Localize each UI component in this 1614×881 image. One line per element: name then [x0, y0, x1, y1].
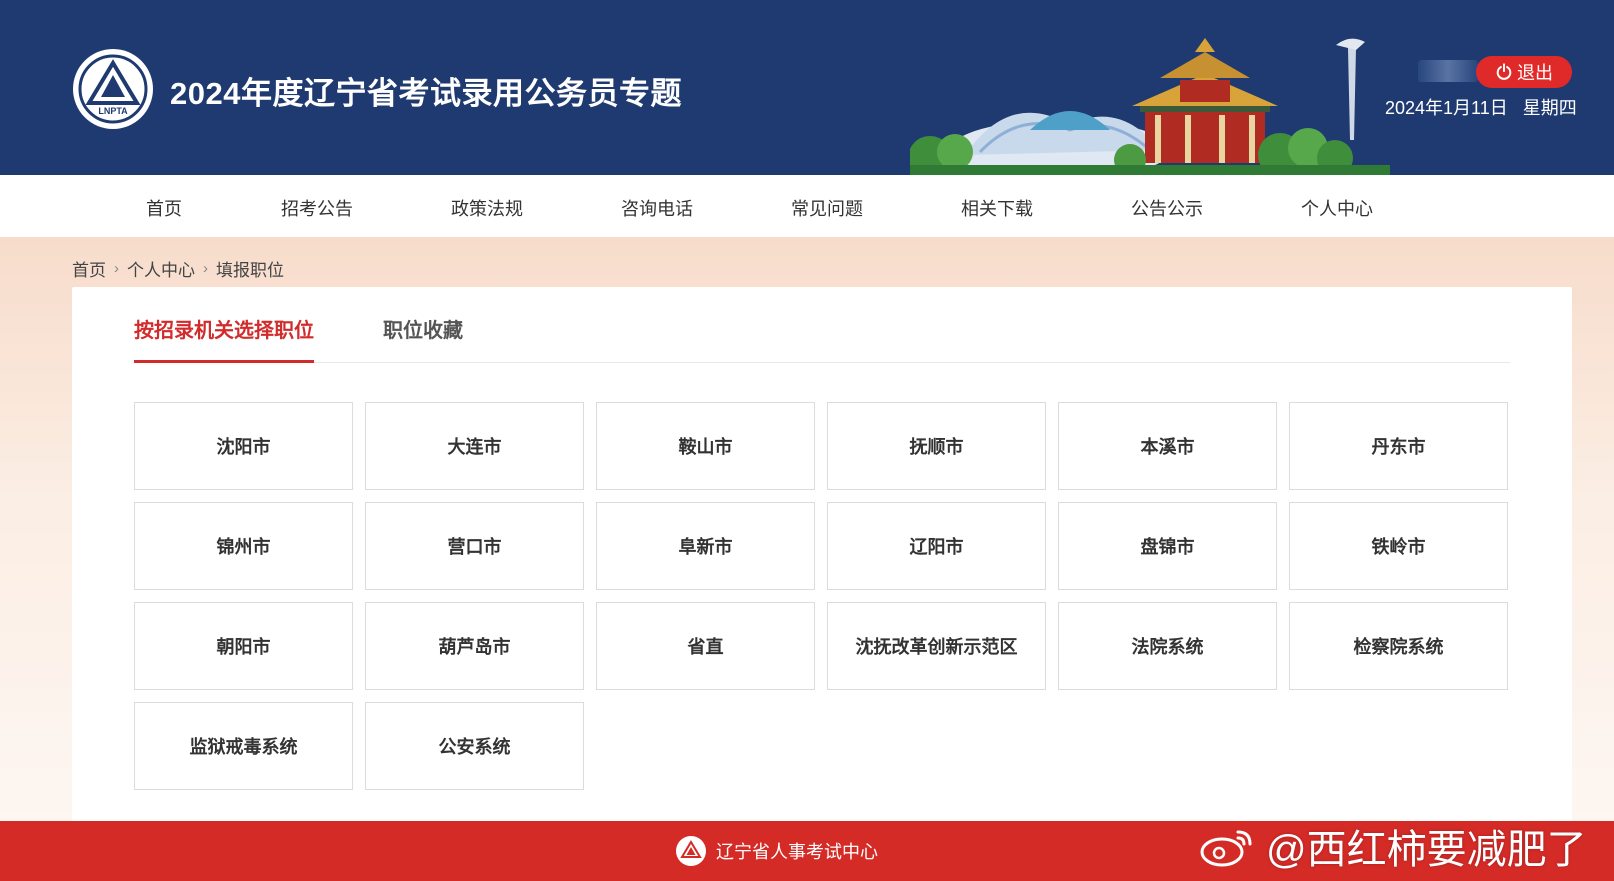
- region-button-benxi[interactable]: 本溪市: [1058, 402, 1277, 490]
- weibo-icon: [1200, 830, 1252, 867]
- breadcrumb-personal-center[interactable]: 个人中心: [127, 256, 195, 281]
- nav-item-hotline[interactable]: 咨询电话: [621, 195, 693, 221]
- region-button-fushun[interactable]: 抚顺市: [827, 402, 1046, 490]
- breadcrumb-separator: ›: [114, 260, 119, 277]
- active-tab-indicator: [134, 360, 314, 363]
- position-selection-card: 按招录机关选择职位 职位收藏 沈阳市 大连市 鞍山市 抚顺市 本溪市 丹东市 锦…: [72, 287, 1572, 821]
- nav-item-home[interactable]: 首页: [146, 195, 182, 221]
- footer-org-name: 辽宁省人事考试中心: [716, 842, 878, 862]
- region-button-court-system[interactable]: 法院系统: [1058, 602, 1277, 690]
- breadcrumb-separator: ›: [203, 260, 208, 277]
- date-value: 2024年1月11日: [1385, 98, 1508, 118]
- nav-item-downloads[interactable]: 相关下载: [961, 195, 1033, 221]
- footer-branding: 辽宁省人事考试中心: [676, 836, 878, 866]
- weekday-value: 星期四: [1522, 98, 1577, 118]
- weibo-watermark: @西红柿要减肥了: [1198, 818, 1587, 874]
- watermark-text: @西红柿要减肥了: [1266, 828, 1587, 872]
- breadcrumb-home[interactable]: 首页: [72, 256, 106, 281]
- site-header: LNPTA 2024年度辽宁省考试录用公务员专题 退出 2024年1月11日 星…: [0, 0, 1614, 175]
- breadcrumb-current: 填报职位: [216, 261, 284, 280]
- current-date: 2024年1月11日 星期四: [1385, 94, 1577, 120]
- region-button-dalian[interactable]: 大连市: [365, 402, 584, 490]
- region-button-prison-rehab-system[interactable]: 监狱戒毒系统: [134, 702, 353, 790]
- breadcrumb: 首页 › 个人中心 › 填报职位: [72, 256, 284, 281]
- nav-item-personal-center[interactable]: 个人中心: [1301, 195, 1373, 221]
- footer-logo-icon: [676, 836, 706, 866]
- site-title: 2024年度辽宁省考试录用公务员专题: [170, 76, 682, 111]
- region-button-jinzhou[interactable]: 锦州市: [134, 502, 353, 590]
- header-scenery-illustration: [910, 38, 1390, 175]
- lnpta-logo[interactable]: LNPTA: [73, 49, 153, 129]
- region-button-tieling[interactable]: 铁岭市: [1289, 502, 1508, 590]
- region-button-dandong[interactable]: 丹东市: [1289, 402, 1508, 490]
- region-button-shenfu-demo-zone[interactable]: 沈抚改革创新示范区: [827, 602, 1046, 690]
- region-button-chaoyang[interactable]: 朝阳市: [134, 602, 353, 690]
- region-button-huludao[interactable]: 葫芦岛市: [365, 602, 584, 690]
- nav-item-faq[interactable]: 常见问题: [791, 195, 863, 221]
- region-button-panjin[interactable]: 盘锦市: [1058, 502, 1277, 590]
- main-nav: 首页 招考公告 政策法规 咨询电话 常见问题 相关下载 公告公示 个人中心: [0, 175, 1614, 237]
- region-button-fuxin[interactable]: 阜新市: [596, 502, 815, 590]
- logout-button[interactable]: 退出: [1476, 56, 1572, 88]
- nav-item-policies[interactable]: 政策法规: [451, 195, 523, 221]
- tab-bar: 按招录机关选择职位 职位收藏: [134, 287, 1510, 363]
- region-button-provincial[interactable]: 省直: [596, 602, 815, 690]
- lnpta-logo-icon: LNPTA: [78, 54, 148, 124]
- user-name-blurred: [1418, 60, 1478, 82]
- region-button-shenyang[interactable]: 沈阳市: [134, 402, 353, 490]
- svg-text:LNPTA: LNPTA: [98, 106, 128, 116]
- tab-position-favorites[interactable]: 职位收藏: [383, 314, 463, 343]
- nav-item-recruitment-notices[interactable]: 招考公告: [281, 195, 353, 221]
- logout-label: 退出: [1517, 63, 1553, 83]
- power-icon: [1496, 63, 1512, 80]
- region-button-yingkou[interactable]: 营口市: [365, 502, 584, 590]
- tab-select-by-agency[interactable]: 按招录机关选择职位: [134, 314, 314, 343]
- region-button-liaoyang[interactable]: 辽阳市: [827, 502, 1046, 590]
- region-button-procuratorate-system[interactable]: 检察院系统: [1289, 602, 1508, 690]
- region-button-public-security-system[interactable]: 公安系统: [365, 702, 584, 790]
- region-button-anshan[interactable]: 鞍山市: [596, 402, 815, 490]
- nav-item-announcements[interactable]: 公告公示: [1131, 195, 1203, 221]
